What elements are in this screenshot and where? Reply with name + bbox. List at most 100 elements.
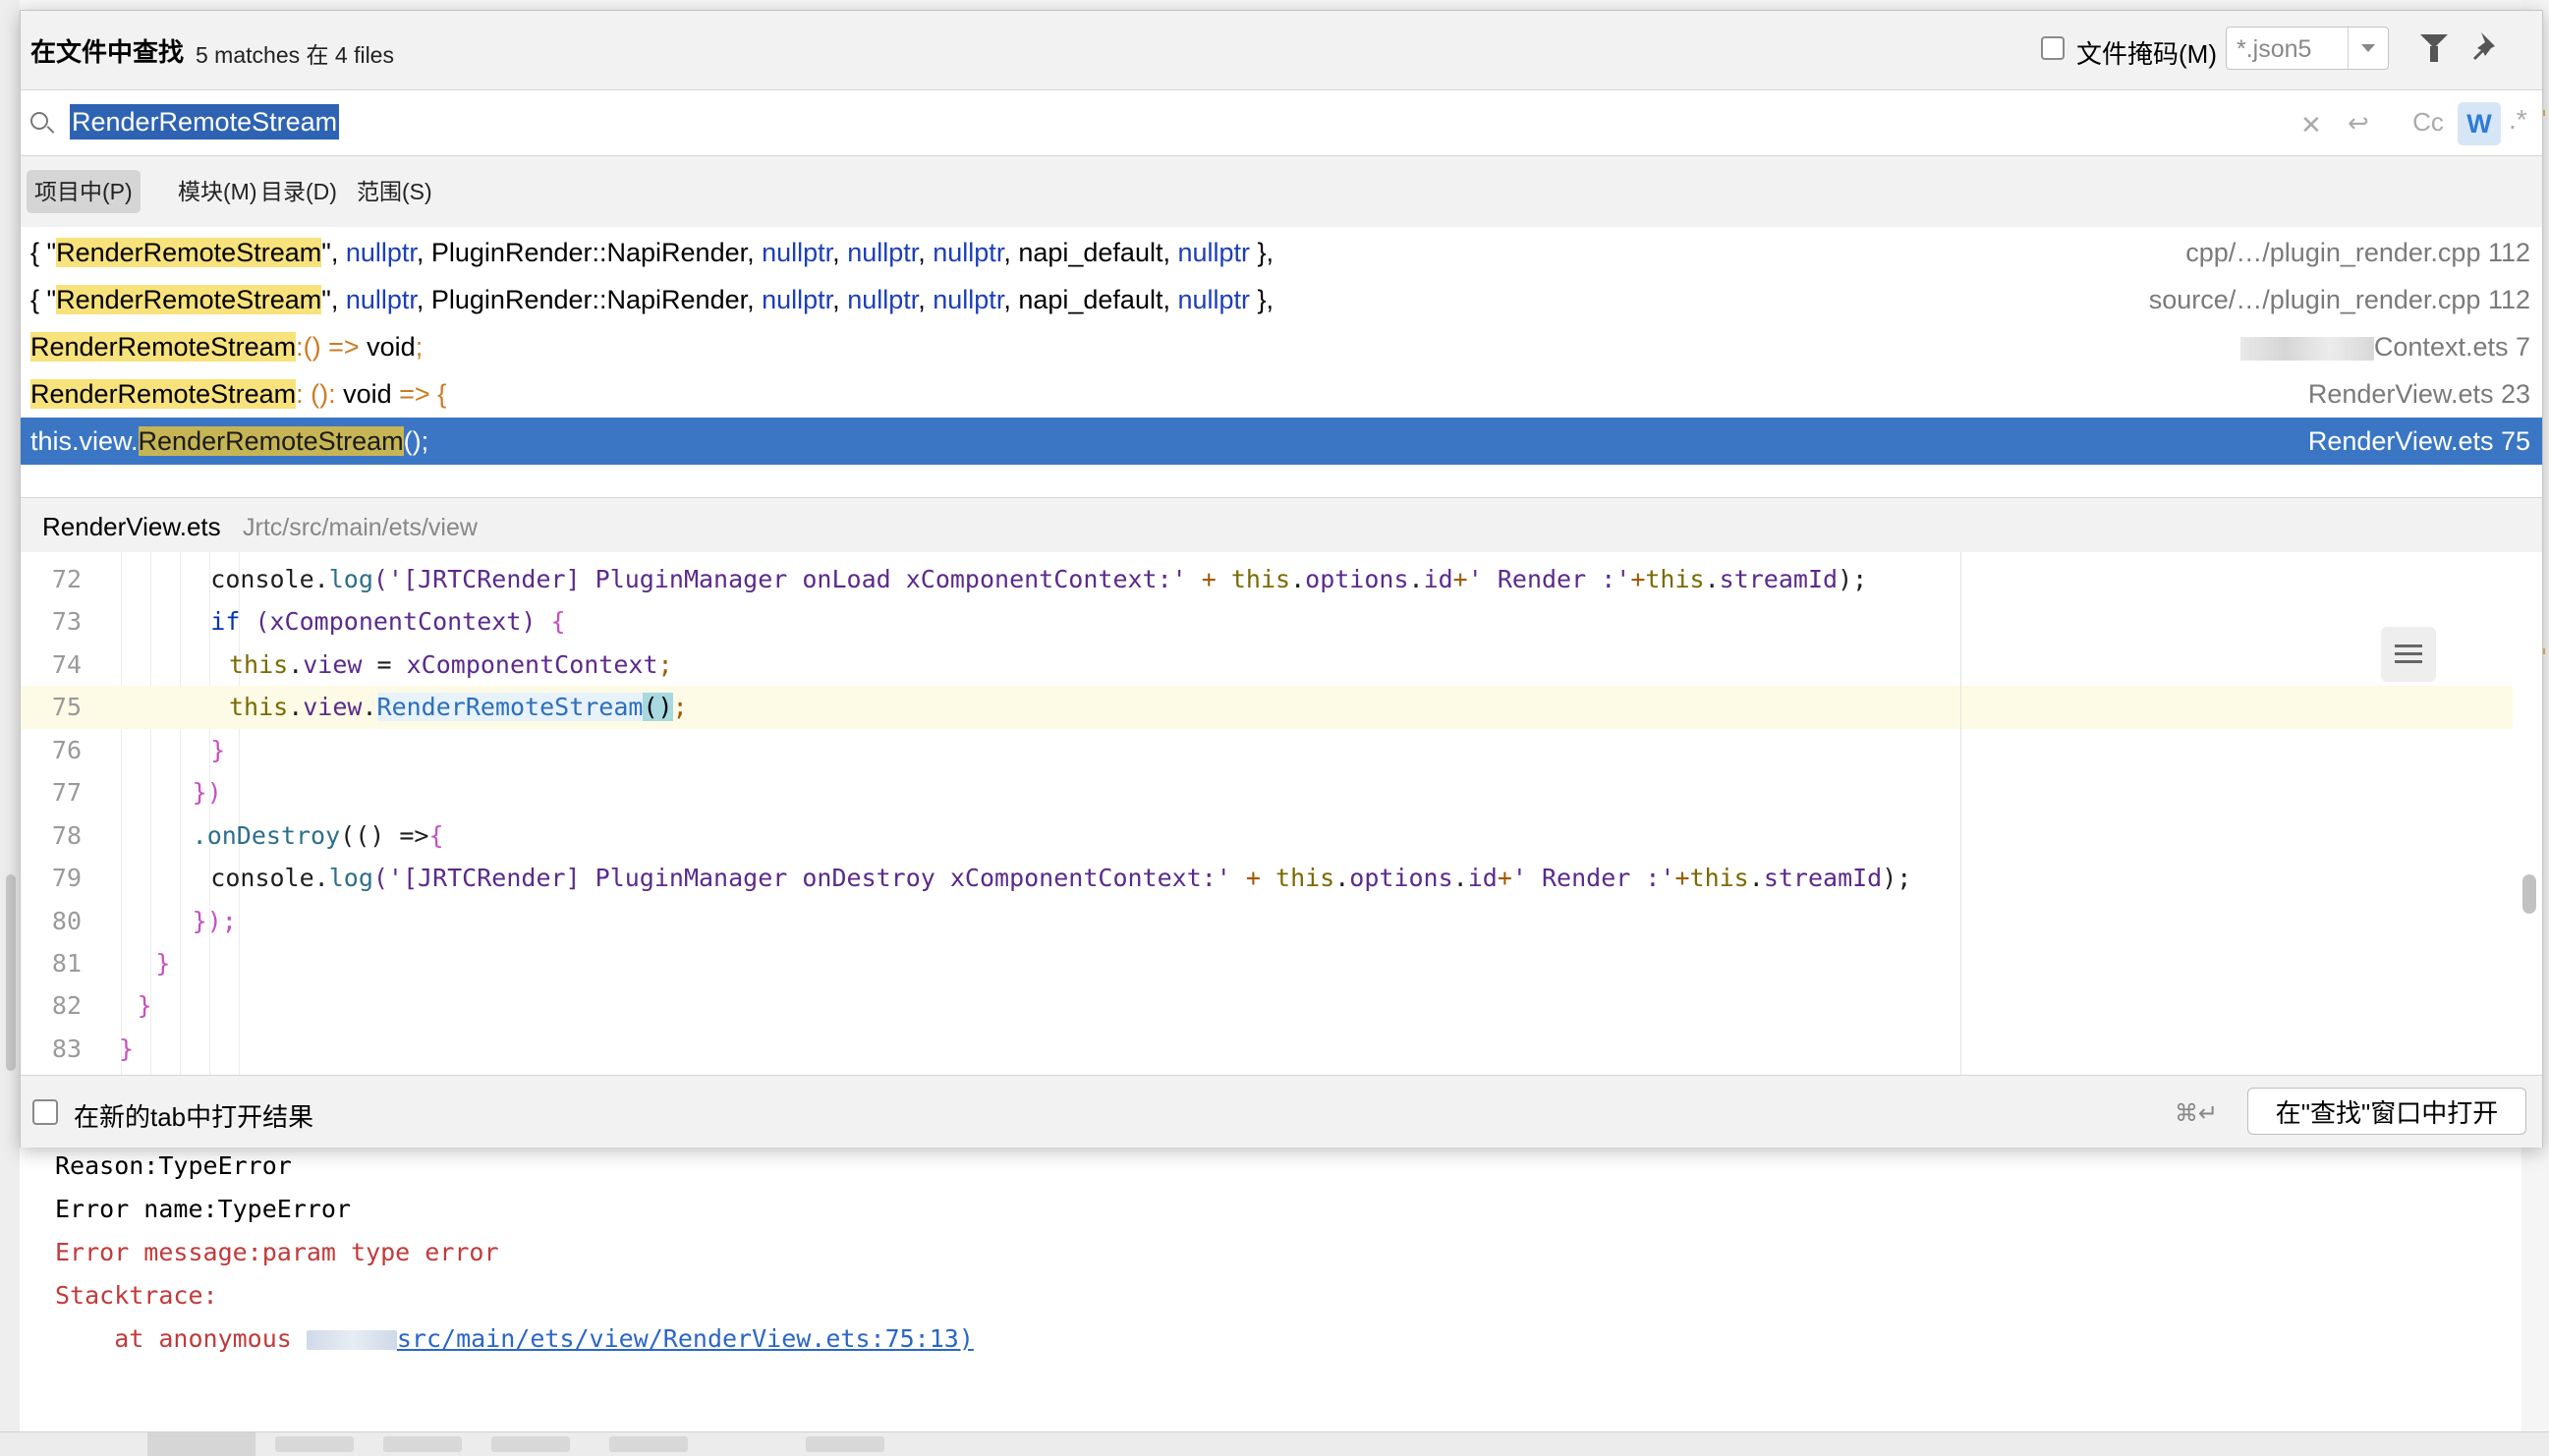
result-token: , (832, 285, 848, 314)
line-number: 79 (51, 864, 82, 893)
file-mask-value: *.json5 (2237, 35, 2312, 63)
code-token: . (313, 864, 329, 893)
line-code: } (119, 1028, 134, 1070)
code-token: + (1674, 864, 1690, 893)
code-token: options (1349, 864, 1453, 893)
bottom-tool-bar (0, 1431, 2549, 1456)
code-line: 78 .onDestroy(() =>{ (21, 814, 2513, 857)
code-token: this (1645, 565, 1705, 593)
soft-wrap-icon[interactable] (2381, 627, 2436, 682)
file-mask-combo[interactable]: *.json5 (2226, 27, 2389, 70)
new-tab-label[interactable]: 在新的tab中打开结果 (74, 1097, 313, 1134)
result-location-text: source/…/plugin_render.cpp 112 (2148, 285, 2530, 314)
editor-scrollbar[interactable] (6, 874, 16, 1071)
match-highlight: RenderRemoteStream (56, 238, 322, 267)
result-row[interactable]: RenderRemoteStream:() => void; Context.et… (21, 323, 2542, 370)
preview-file-path: Jrtc/src/main/ets/view (243, 514, 478, 541)
code-preview[interactable]: 72 console.log('[JRTCRender] PluginManage… (21, 552, 2542, 1075)
code-token: + (1497, 864, 1512, 893)
trace-link[interactable]: src/main/ets/view/RenderView.ets:75:13) (397, 1324, 974, 1353)
line-code: this.view.RenderRemoteStream(); (229, 686, 688, 728)
code-line: 81} (21, 942, 2513, 984)
result-location: RenderView.ets 23 (2308, 370, 2530, 418)
line-code: }); (193, 900, 237, 942)
code-token: + (1201, 565, 1231, 593)
close-icon[interactable]: ✕ (2300, 110, 2322, 140)
match-case-button[interactable]: Cc (2408, 102, 2448, 141)
preview-header: RenderView.ets Jrtc/src/main/ets/view (21, 497, 2542, 553)
match-highlight: RenderRemoteStream (56, 285, 322, 314)
code-token: RenderRemoteStream (376, 693, 644, 722)
line-code: }) (193, 771, 222, 813)
line-code: } (138, 984, 152, 1027)
scope-directory[interactable]: 目录(D) (253, 170, 345, 213)
result-location: RenderView.ets 75 (2308, 418, 2530, 465)
result-token: nullptr (762, 238, 833, 267)
tool-tab[interactable] (383, 1436, 462, 1452)
result-row[interactable]: { "RenderRemoteStream", nullptr, PluginR… (21, 229, 2542, 276)
code-token: . (288, 649, 304, 679)
new-tab-checkbox[interactable] (32, 1099, 58, 1125)
code-token: { (428, 820, 444, 850)
search-input[interactable]: RenderRemoteStream (70, 104, 340, 140)
file-mask-checkbox[interactable] (2041, 36, 2065, 60)
code-token: this (1230, 565, 1291, 593)
code-line: 77}) (21, 771, 2513, 813)
result-prefix: this.view. (30, 426, 139, 456)
scope-module[interactable]: 模块(M) (170, 170, 264, 213)
result-token: nullptr (345, 238, 417, 267)
line-code: .onDestroy(() =>{ (193, 814, 444, 857)
result-token: void (367, 332, 416, 362)
code-token: this (1689, 864, 1749, 893)
console-line: Reason:TypeError (55, 1151, 292, 1180)
code-token: . (1748, 864, 1764, 893)
popup-title: 在文件中查找 (30, 37, 185, 67)
result-location: cpp/…/plugin_render.cpp 112 (2185, 229, 2530, 276)
tool-tab[interactable] (491, 1436, 570, 1452)
console-line: Error message:param type error (55, 1238, 499, 1266)
tool-tab-active[interactable] (147, 1432, 255, 1456)
tool-tab[interactable] (806, 1436, 884, 1452)
tool-tab[interactable] (275, 1436, 354, 1452)
code-token: id (1423, 565, 1453, 593)
scope-project[interactable]: 项目中(P) (27, 170, 141, 213)
result-token: nullptr (847, 285, 919, 314)
pin-icon[interactable] (2467, 28, 2503, 68)
result-token: }, (1250, 285, 1274, 314)
console-line: Stacktrace: (55, 1281, 218, 1310)
code-token: }); (192, 906, 237, 935)
run-console: Reason:TypeError Error name:TypeError Er… (20, 1148, 2521, 1432)
code-line: 82} (21, 984, 2513, 1027)
chevron-down-icon[interactable] (2348, 28, 2388, 69)
line-number: 77 (51, 778, 82, 808)
file-mask-label[interactable]: 文件掩码(M) (2076, 34, 2217, 71)
newline-icon[interactable]: ↩ (2348, 108, 2369, 139)
code-token: log (328, 565, 373, 593)
code-line: 80}); (21, 900, 2513, 942)
search-icon[interactable] (30, 112, 48, 130)
scope-tabs: 项目中(P) 模块(M) 目录(D) 范围(S) (21, 156, 2542, 227)
console-trace-line: at anonymous src/main/ets/view/RenderVie… (55, 1324, 974, 1353)
result-row[interactable]: this.view.RenderRemoteStream(); RenderVie… (21, 418, 2542, 465)
code-token: . (1452, 864, 1468, 893)
filter-icon[interactable] (2420, 34, 2448, 62)
preview-scrollbar[interactable] (2522, 874, 2536, 914)
regex-button[interactable]: .* (2509, 104, 2527, 136)
result-row[interactable]: RenderRemoteStream: (): void => {RenderV… (21, 370, 2542, 418)
line-code: } (155, 942, 170, 984)
code-line: 74 this.view = xComponentContext; (21, 644, 2513, 686)
code-token: } (137, 991, 152, 1021)
popup-footer: 在新的tab中打开结果 ⌘↵ 在"查找"窗口中打开 (21, 1075, 2542, 1148)
tool-tab[interactable] (609, 1436, 688, 1452)
redacted-path (306, 1330, 397, 1350)
code-token: + (1630, 565, 1646, 593)
code-token: console (210, 565, 314, 593)
open-in-find-window-button[interactable]: 在"查找"窗口中打开 (2247, 1088, 2526, 1135)
code-token: . (1290, 565, 1306, 593)
scope-range[interactable]: 范围(S) (349, 170, 440, 213)
result-location-text: cpp/…/plugin_render.cpp 112 (2185, 238, 2530, 267)
whole-words-button[interactable]: W (2458, 102, 2501, 145)
code-token: view (303, 693, 363, 722)
code-token: }) (192, 778, 222, 808)
result-row[interactable]: { "RenderRemoteStream", nullptr, PluginR… (21, 276, 2542, 323)
